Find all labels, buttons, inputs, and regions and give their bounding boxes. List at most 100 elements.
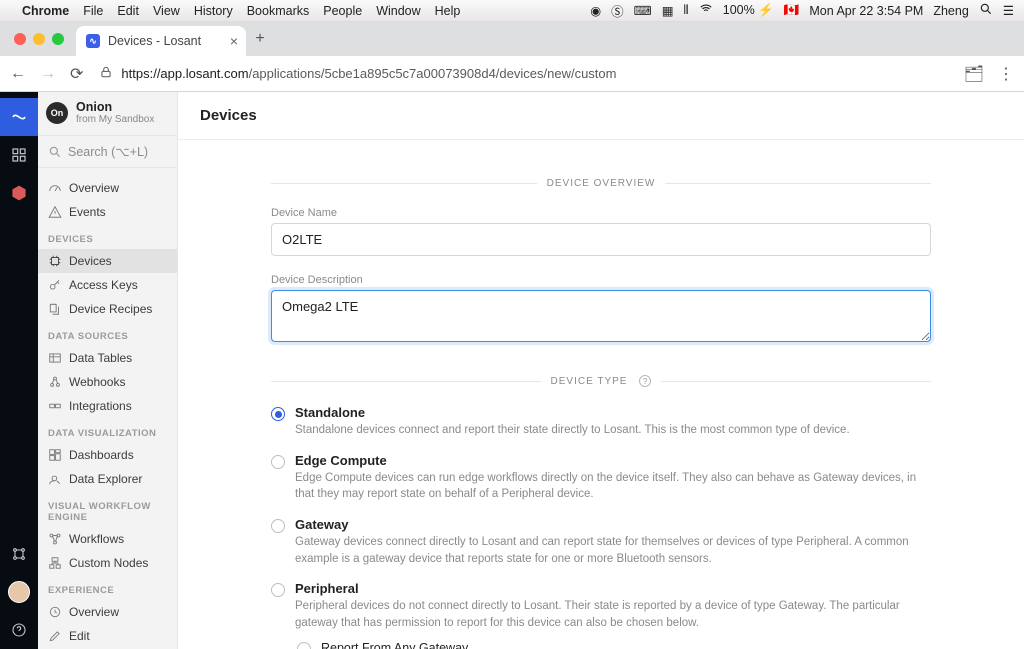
section-label: DEVICE OVERVIEW: [547, 178, 656, 189]
sidebar-item-label: Dashboards: [69, 448, 134, 462]
gauge-icon: [48, 181, 62, 195]
sidebar-item-custom-nodes[interactable]: Custom Nodes: [38, 551, 177, 575]
section-workflow-label: VISUAL WORKFLOW ENGINE: [38, 491, 177, 527]
sidebar-item-devices[interactable]: Devices: [38, 249, 177, 273]
menubar-help[interactable]: Help: [435, 4, 461, 18]
radio-icon[interactable]: [271, 583, 285, 597]
node-icon: [48, 556, 62, 570]
menubar-edit[interactable]: Edit: [117, 4, 139, 18]
sidebar-item-label: Integrations: [69, 399, 132, 413]
sidebar-item-webhooks[interactable]: Webhooks: [38, 370, 177, 394]
peripheral-any-gateway[interactable]: Report From Any Gateway: [297, 640, 931, 649]
radio-title: Standalone: [295, 405, 931, 420]
status-datetime[interactable]: Mon Apr 22 3:54 PM: [809, 4, 923, 18]
status-wifi-icon[interactable]: [699, 2, 713, 19]
radio-desc: Standalone devices connect and report th…: [295, 422, 931, 439]
menubar-history[interactable]: History: [194, 4, 233, 18]
browser-tab[interactable]: ∿ Devices - Losant ×: [76, 26, 246, 56]
menubar-bookmarks[interactable]: Bookmarks: [247, 4, 310, 18]
radio-icon[interactable]: [297, 642, 311, 649]
status-flag[interactable]: 🇨🇦: [784, 3, 800, 18]
tab-close-icon[interactable]: ×: [230, 33, 238, 49]
org-name: Onion: [76, 100, 154, 114]
warning-icon: [48, 205, 62, 219]
rail-cube-icon[interactable]: [0, 174, 38, 212]
chrome-tabstrip: ∿ Devices - Losant × +: [0, 22, 1024, 56]
rail-logo[interactable]: [0, 98, 38, 136]
sidebar-item-data-tables[interactable]: Data Tables: [38, 346, 177, 370]
radio-icon[interactable]: [271, 455, 285, 469]
rail-graph-icon[interactable]: [0, 535, 38, 573]
type-peripheral[interactable]: Peripheral Peripheral devices do not con…: [271, 581, 931, 631]
sidebar-item-label: Access Keys: [69, 278, 138, 292]
search-placeholder: Search (⌥+L): [68, 144, 148, 159]
sidebar-item-events[interactable]: Events: [38, 200, 177, 224]
nav-reload-icon[interactable]: ⟳: [70, 64, 83, 84]
radio-icon[interactable]: [271, 519, 285, 533]
pencil-icon: [48, 629, 62, 643]
app-root: On Onion from My Sandbox Search (⌥+L) Ov…: [0, 92, 1024, 649]
section-experience-label: EXPERIENCE: [38, 575, 177, 600]
sidebar-item-overview[interactable]: Overview: [38, 176, 177, 200]
window-controls[interactable]: [8, 33, 70, 45]
device-desc-input[interactable]: [271, 290, 931, 342]
type-standalone[interactable]: Standalone Standalone devices connect an…: [271, 405, 931, 439]
menubar-app-name[interactable]: Chrome: [22, 4, 69, 18]
section-datasources-label: DATA SOURCES: [38, 321, 177, 346]
sidebar-item-data-explorer[interactable]: Data Explorer: [38, 467, 177, 491]
sidebar-item-label: Custom Nodes: [69, 556, 148, 570]
overview-icon: [48, 605, 62, 619]
type-edge[interactable]: Edge Compute Edge Compute devices can ru…: [271, 453, 931, 503]
radio-icon[interactable]: [271, 407, 285, 421]
org-avatar: On: [46, 102, 68, 124]
notification-center-icon[interactable]: ☰: [1003, 3, 1014, 18]
menubar-window[interactable]: Window: [376, 4, 420, 18]
main-pane: Devices DEVICE OVERVIEW Device Name Devi…: [178, 92, 1024, 649]
spotlight-icon[interactable]: [979, 2, 993, 19]
window-maximize-icon[interactable]: [52, 33, 64, 45]
status-skype-icon[interactable]: Ⓢ: [611, 1, 624, 20]
sidebar-item-dashboards[interactable]: Dashboards: [38, 443, 177, 467]
device-name-input[interactable]: [271, 223, 931, 256]
menubar-people[interactable]: People: [323, 4, 362, 18]
status-play-icon[interactable]: ◉: [590, 3, 601, 18]
status-keyboard-icon[interactable]: ⌨: [634, 3, 652, 18]
sidebar-item-access-keys[interactable]: Access Keys: [38, 273, 177, 297]
window-minimize-icon[interactable]: [33, 33, 45, 45]
radio-title: Edge Compute: [295, 453, 931, 468]
sidebar-item-device-recipes[interactable]: Device Recipes: [38, 297, 177, 321]
address-bar[interactable]: https://app.losant.com/applications/5cbe…: [93, 65, 953, 82]
window-close-icon[interactable]: [14, 33, 26, 45]
rail-avatar[interactable]: [0, 573, 38, 611]
help-icon[interactable]: ?: [639, 375, 651, 387]
key-icon: [48, 278, 62, 292]
radio-desc: Edge Compute devices can run edge workfl…: [295, 470, 931, 503]
tab-favicon: ∿: [86, 34, 100, 48]
org-switcher[interactable]: On Onion from My Sandbox: [38, 92, 177, 136]
status-user[interactable]: Zheng: [933, 4, 968, 18]
sidebar-search[interactable]: Search (⌥+L): [38, 136, 177, 168]
extension-icon[interactable]: 🗂: [964, 64, 984, 84]
menubar-file[interactable]: File: [83, 4, 103, 18]
rail-dashboard-icon[interactable]: [0, 136, 38, 174]
sidebar-item-exp-overview[interactable]: Overview: [38, 600, 177, 624]
workflow-icon: [48, 532, 62, 546]
webhook-icon: [48, 375, 62, 389]
tab-title: Devices - Losant: [108, 34, 201, 48]
status-battery[interactable]: 100% ⚡: [723, 3, 774, 18]
type-gateway[interactable]: Gateway Gateway devices connect directly…: [271, 517, 931, 567]
sidebar-item-integrations[interactable]: Integrations: [38, 394, 177, 418]
nav-back-icon[interactable]: ←: [10, 65, 26, 83]
status-bars-icon[interactable]: ⫴: [684, 3, 689, 18]
rail-help-icon[interactable]: [0, 611, 38, 649]
device-desc-label: Device Description: [271, 274, 931, 286]
side-panel: On Onion from My Sandbox Search (⌥+L) Ov…: [38, 92, 178, 649]
sidebar-item-exp-edit[interactable]: Edit: [38, 624, 177, 648]
chrome-menu-icon[interactable]: ⋮: [998, 64, 1014, 84]
sidebar-item-label: Data Tables: [69, 351, 132, 365]
sidebar-item-workflows[interactable]: Workflows: [38, 527, 177, 551]
status-grid-icon[interactable]: ▦: [662, 3, 674, 18]
new-tab-button[interactable]: +: [246, 30, 274, 48]
menubar-view[interactable]: View: [153, 4, 180, 18]
table-icon: [48, 351, 62, 365]
